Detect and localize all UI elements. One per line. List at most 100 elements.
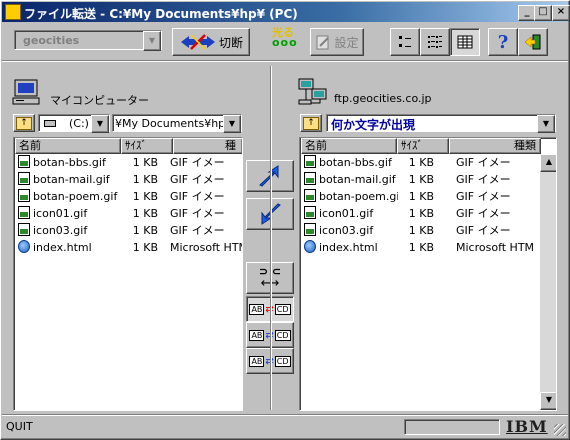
status-text: QUIT — [6, 420, 33, 433]
file-type: GIF イメー — [170, 190, 225, 203]
file-row[interactable]: index.html 1 KB Microsoft HTM — [14, 239, 242, 256]
gif-file-icon — [18, 172, 30, 185]
up-folder-icon: ↑ — [303, 117, 319, 130]
local-up-folder-button[interactable]: ↑ — [13, 114, 35, 132]
compare-icon: CD — [274, 303, 291, 315]
view-details-button[interactable] — [450, 28, 480, 56]
gif-file-icon — [18, 223, 30, 236]
file-row[interactable]: botan-mail.gif 1 KB GIF イメー — [300, 171, 556, 188]
title-bar[interactable]: ファイル転送 - C:¥My Documents¥hp¥ (PC) _ □ × — [2, 2, 570, 22]
file-size: 1 KB — [132, 207, 158, 220]
file-name-cell: botan-mail.gif — [304, 171, 398, 188]
gif-file-icon — [304, 155, 316, 168]
file-row[interactable]: botan-poem.gif 1 KB GIF イメー — [300, 188, 556, 205]
disconnect-button[interactable]: 切断 — [172, 28, 250, 56]
file-type: GIF イメー — [170, 207, 225, 220]
view-list-button[interactable] — [420, 28, 450, 56]
up-folder-icon: ↑ — [16, 117, 32, 130]
gif-file-icon — [18, 206, 30, 219]
remote-path-value: 何か文字が出現 — [331, 118, 416, 132]
file-name: botan-poem.gif — [319, 190, 398, 203]
file-row[interactable]: icon01.gif 1 KB GIF イメー — [14, 205, 242, 222]
col-header-name[interactable]: 名前 — [301, 138, 397, 154]
file-row[interactable]: botan-poem.gif 1 KB GIF イメー — [14, 188, 242, 205]
file-row[interactable]: index.html 1 KB Microsoft HTM — [300, 239, 556, 256]
local-path-value: ¥My Documents¥hp¥ — [115, 117, 223, 130]
file-type: GIF イメー — [456, 207, 511, 220]
chevron-down-icon[interactable]: ▼ — [537, 115, 555, 133]
details-view-icon — [457, 35, 473, 49]
file-name-cell: botan-poem.gif — [18, 188, 122, 205]
remote-up-folder-button[interactable]: ↑ — [300, 114, 322, 132]
gif-file-icon — [304, 189, 316, 202]
col-header-type[interactable]: 種類 — [449, 138, 541, 154]
col-header-type[interactable]: 種 — [173, 138, 242, 154]
close-button[interactable]: × — [552, 5, 570, 21]
gif-file-icon — [18, 155, 30, 168]
file-row[interactable]: icon01.gif 1 KB GIF イメー — [300, 205, 556, 222]
maximize-button[interactable]: □ — [534, 5, 552, 21]
file-size: 1 KB — [408, 173, 434, 186]
file-type: Microsoft HTM — [456, 241, 535, 254]
file-name-cell: index.html — [18, 239, 122, 256]
file-name: botan-poem.gif — [33, 190, 118, 203]
file-row[interactable]: icon03.gif 1 KB GIF イメー — [300, 222, 556, 239]
status-progress-panel — [404, 419, 500, 435]
chevron-down-icon[interactable]: ▼ — [91, 115, 109, 133]
pane-splitter[interactable] — [270, 66, 272, 410]
file-type: GIF イメー — [170, 224, 225, 237]
local-file-list[interactable]: 名前 ｻｲｽﾞ 種 botan-bbs.gif 1 KB GIF イメー botan-… — [13, 137, 243, 411]
gif-file-icon — [304, 223, 316, 236]
file-size: 1 KB — [132, 224, 158, 237]
help-button[interactable]: ? — [488, 28, 518, 56]
view-large-icons-button[interactable] — [390, 28, 420, 56]
local-computer-icon — [12, 78, 40, 106]
remote-pane-caption: ftp.geocities.co.jp — [334, 92, 432, 105]
settings-label: 設定 — [334, 35, 359, 50]
scroll-down-button[interactable]: ▼ — [540, 392, 556, 410]
file-name-cell: icon01.gif — [18, 205, 122, 222]
file-size: 1 KB — [132, 241, 158, 254]
file-row[interactable]: icon03.gif 1 KB GIF イメー — [14, 222, 242, 239]
compare-icon: AB — [249, 303, 265, 315]
col-header-size[interactable]: ｻｲｽﾞ — [121, 138, 173, 154]
list-view-icon — [428, 36, 442, 48]
file-size: 1 KB — [408, 207, 434, 220]
file-name-cell: botan-poem.gif — [304, 188, 398, 205]
file-size: 1 KB — [408, 224, 434, 237]
file-size: 1 KB — [408, 156, 434, 169]
statusbar-divider — [2, 414, 568, 416]
settings-button[interactable]: 設定 — [310, 28, 364, 56]
file-type: GIF イメー — [170, 156, 225, 169]
file-name: index.html — [33, 241, 92, 254]
col-header-name[interactable]: 名前 — [15, 138, 121, 154]
file-row[interactable]: botan-bbs.gif 1 KB GIF イメー — [300, 154, 556, 171]
col-header-size[interactable]: ｻｲｽﾞ — [397, 138, 449, 154]
file-name: botan-mail.gif — [33, 173, 110, 186]
compare-icon: CD — [274, 329, 291, 341]
settings-icon — [316, 35, 330, 50]
resize-grip-icon[interactable] — [554, 424, 566, 436]
remote-file-list[interactable]: 名前 ｻｲｽﾞ 種類 botan-bbs.gif 1 KB GIF イメー botan… — [299, 137, 557, 411]
chevron-down-icon[interactable]: ▼ — [143, 31, 161, 51]
chevron-down-icon[interactable]: ▼ — [223, 115, 241, 133]
scroll-up-button[interactable]: ▲ — [540, 154, 556, 172]
file-row[interactable]: botan-mail.gif 1 KB GIF イメー — [14, 171, 242, 188]
file-name-cell: botan-bbs.gif — [18, 154, 122, 171]
app-icon — [5, 4, 21, 20]
local-path-select[interactable]: ¥My Documents¥hp¥ ▼ — [112, 114, 242, 133]
site-select[interactable]: geocities ▼ — [14, 30, 162, 51]
local-drive-value: (C:) — [69, 117, 89, 130]
disconnect-icon — [180, 34, 215, 50]
local-drive-select[interactable]: (C:) ▼ — [38, 114, 110, 133]
local-pane-caption: マイコンピューター — [50, 94, 149, 107]
help-icon: ? — [497, 31, 509, 53]
file-name-cell: botan-bbs.gif — [304, 154, 398, 171]
exit-button[interactable] — [518, 28, 548, 56]
file-type: GIF イメー — [456, 156, 511, 169]
compare-icon: AB — [249, 355, 265, 367]
remote-vertical-scrollbar[interactable]: ▲ ▼ — [540, 154, 556, 410]
file-type: GIF イメー — [170, 173, 225, 186]
file-row[interactable]: botan-bbs.gif 1 KB GIF イメー — [14, 154, 242, 171]
remote-path-select[interactable]: 何か文字が出現 ▼ — [326, 114, 556, 133]
